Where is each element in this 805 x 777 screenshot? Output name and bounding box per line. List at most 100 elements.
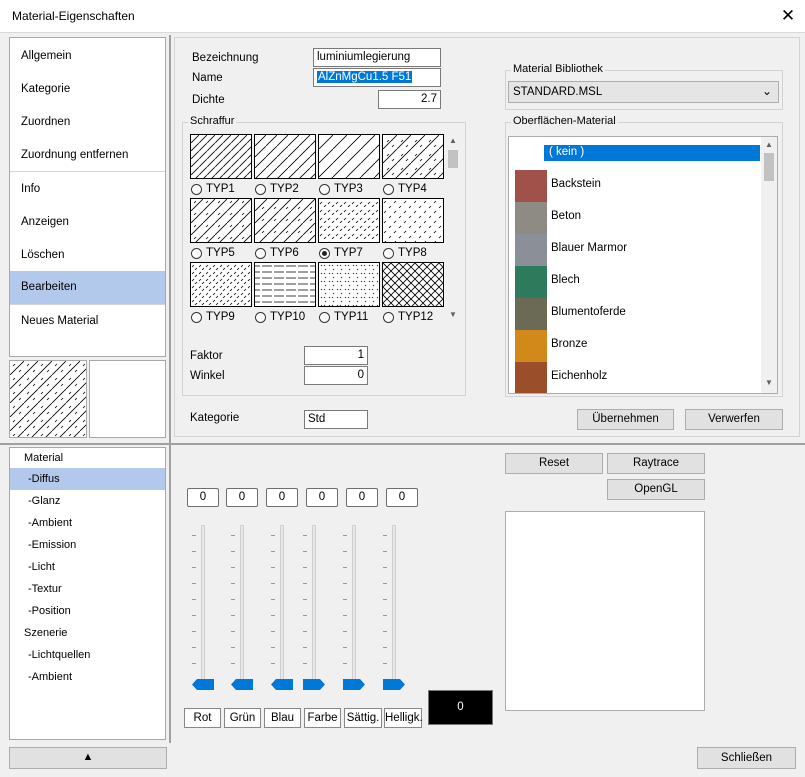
scroll-down-icon[interactable]: ▼ [446, 310, 460, 319]
verwerfen-button[interactable]: Verwerfen [685, 409, 783, 430]
list-item-bronze[interactable]: Bronze [551, 338, 587, 350]
radio-typ1[interactable]: TYP1 [191, 183, 235, 195]
saettig-button[interactable]: Sättig. [344, 708, 382, 728]
list-item-beton[interactable]: Beton [551, 210, 581, 222]
gruen-button[interactable]: Grün [224, 708, 261, 728]
slider-rot[interactable] [192, 525, 214, 695]
list-item-blech[interactable]: Blech [551, 274, 580, 286]
farbe-button[interactable]: Farbe [304, 708, 341, 728]
blau-button[interactable]: Blau [264, 708, 301, 728]
nav-item-neues-material[interactable]: Neues Material [10, 305, 165, 338]
radio-typ9[interactable]: TYP9 [191, 311, 235, 323]
list-item-blauer-marmor[interactable]: Blauer Marmor [551, 242, 627, 254]
scrollbar-thumb[interactable] [448, 150, 458, 168]
rot-button[interactable]: Rot [184, 708, 221, 728]
raytrace-button[interactable]: Raytrace [607, 453, 705, 474]
hatch-typ5[interactable] [190, 198, 252, 243]
oberflaechen-scrollbar[interactable]: ▲ ▼ [761, 137, 777, 393]
hatch-typ1[interactable] [190, 134, 252, 179]
nav-item-zuordnen[interactable]: Zuordnen [10, 106, 165, 139]
tree-item-ambient[interactable]: -Ambient [28, 517, 72, 529]
radio-typ2[interactable]: TYP2 [255, 183, 299, 195]
name-input[interactable]: AlZnMgCu1.5 F51 [313, 68, 441, 87]
radio-circle [319, 311, 330, 323]
collapse-button[interactable]: ▲ [9, 747, 167, 769]
radio-circle [383, 247, 394, 259]
slider-farbe[interactable] [303, 525, 325, 695]
dichte-input[interactable]: 2.7 [378, 90, 441, 109]
radio-typ10[interactable]: TYP10 [255, 311, 305, 323]
radio-typ7[interactable]: TYP7 [319, 247, 363, 259]
hatch-typ4[interactable] [382, 134, 444, 179]
hatch-typ12[interactable] [382, 262, 444, 307]
schliessen-button[interactable]: Schließen [697, 747, 796, 769]
radio-typ3[interactable]: TYP3 [319, 183, 363, 195]
tick [192, 663, 196, 664]
slider-thumb[interactable] [231, 679, 253, 690]
tree-item-ambient-szenerie[interactable]: -Ambient [28, 671, 72, 683]
tree-item-position[interactable]: -Position [28, 605, 71, 617]
radio-typ12[interactable]: TYP12 [383, 311, 433, 323]
slider-thumb[interactable] [192, 679, 214, 690]
hatch-typ10[interactable] [254, 262, 316, 307]
radio-typ4[interactable]: TYP4 [383, 183, 427, 195]
nav-item-anzeigen[interactable]: Anzeigen [10, 206, 165, 239]
kategorie-input[interactable]: Std [304, 410, 368, 429]
slider-thumb[interactable] [303, 679, 325, 690]
slider-thumb[interactable] [383, 679, 405, 690]
close-icon[interactable]: ✕ [774, 4, 802, 28]
faktor-input[interactable]: 1 [304, 346, 368, 365]
tree-item-glanz[interactable]: -Glanz [28, 495, 60, 507]
tree-item-emission[interactable]: -Emission [28, 539, 76, 551]
scrollbar-thumb[interactable] [764, 153, 774, 181]
radio-typ8[interactable]: TYP8 [383, 247, 427, 259]
tree-item-lichtquellen[interactable]: -Lichtquellen [28, 649, 90, 661]
tree-item-szenerie[interactable]: Szenerie [24, 627, 67, 639]
hatch-typ7[interactable] [318, 198, 380, 243]
slider-helligk[interactable] [383, 525, 405, 695]
list-item-eichenholz[interactable]: Eichenholz [551, 370, 607, 382]
nav-item-loeschen[interactable]: Löschen [10, 239, 165, 272]
scroll-up-icon[interactable]: ▲ [761, 140, 777, 149]
slider-saettig[interactable] [343, 525, 365, 695]
nav-item-allgemein[interactable]: Allgemein [10, 40, 165, 73]
slider-thumb[interactable] [343, 679, 365, 690]
radio-typ5[interactable]: TYP5 [191, 247, 235, 259]
tree-item-material[interactable]: Material [24, 452, 63, 464]
nav-item-zuordnung-entfernen[interactable]: Zuordnung entfernen [10, 139, 165, 172]
hatch-typ8[interactable] [382, 198, 444, 243]
slider-gruen[interactable] [231, 525, 253, 695]
uebernehmen-button[interactable]: Übernehmen [577, 409, 674, 430]
radio-typ6[interactable]: TYP6 [255, 247, 299, 259]
slider-blau[interactable] [271, 525, 293, 695]
hatch-typ3[interactable] [318, 134, 380, 179]
hatch-typ2[interactable] [254, 134, 316, 179]
scroll-up-icon[interactable]: ▲ [446, 136, 460, 145]
scroll-down-icon[interactable]: ▼ [761, 378, 777, 387]
nav-item-kategorie[interactable]: Kategorie [10, 73, 165, 106]
reset-button[interactable]: Reset [505, 453, 603, 474]
hatch-typ9[interactable] [190, 262, 252, 307]
list-item-kein[interactable]: ( kein ) [549, 146, 584, 158]
slider-thumb[interactable] [271, 679, 293, 690]
tick [271, 567, 275, 568]
nav-item-info[interactable]: Info [10, 173, 165, 206]
tree-item-licht[interactable]: -Licht [28, 561, 55, 573]
tree-item-textur[interactable]: -Textur [28, 583, 62, 595]
radio-typ11[interactable]: TYP11 [319, 311, 368, 323]
helligk-button[interactable]: Helligk. [384, 708, 423, 728]
hatch-typ6[interactable] [254, 198, 316, 243]
list-item-blumentoferde[interactable]: Blumentoferde [551, 306, 626, 318]
nav-item-bearbeiten[interactable]: Bearbeiten [10, 271, 165, 304]
schraffur-scrollbar[interactable]: ▲ ▼ [446, 134, 460, 324]
list-item-backstein[interactable]: Backstein [551, 178, 601, 190]
value-saettig: 0 [346, 488, 378, 507]
winkel-input[interactable]: 0 [304, 366, 368, 385]
opengl-button[interactable]: OpenGL [607, 479, 705, 500]
bezeichnung-input[interactable]: luminiumlegierung [313, 48, 441, 67]
bibliothek-select[interactable]: STANDARD.MSL ⌄ [508, 81, 779, 103]
hatch-typ11[interactable] [318, 262, 380, 307]
oberflaechen-list[interactable]: ( kein ) Backstein Beton Blauer Marmor B… [508, 136, 778, 394]
radio-label: TYP8 [398, 247, 427, 259]
tree-item-diffus[interactable]: -Diffus [28, 473, 60, 485]
